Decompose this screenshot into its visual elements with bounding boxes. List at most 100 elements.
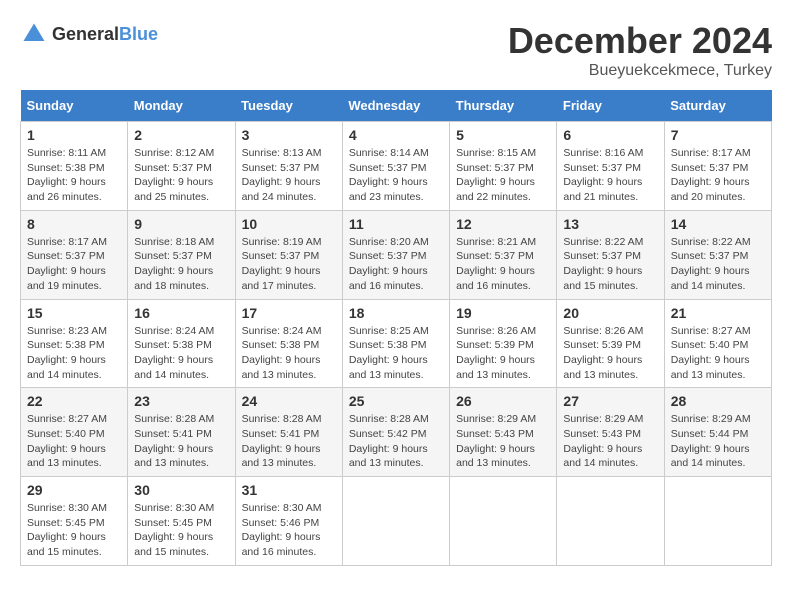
- calendar-day-cell: 24 Sunrise: 8:28 AMSunset: 5:41 PMDayligh…: [235, 388, 342, 477]
- day-number: 28: [671, 393, 765, 409]
- day-number: 10: [242, 216, 336, 232]
- calendar-day-cell: 3Sunrise: 8:13 AMSunset: 5:37 PMDaylight…: [235, 122, 342, 211]
- calendar-day-cell: 2 Sunrise: 8:12 AMSunset: 5:37 PMDaylight…: [128, 122, 235, 211]
- calendar-day-cell: 11 Sunrise: 8:20 AMSunset: 5:37 PMDayligh…: [342, 210, 449, 299]
- day-detail: Sunrise: 8:29 AMSunset: 5:43 PMDaylight:…: [456, 412, 550, 471]
- calendar-day-cell: 26Sunrise: 8:29 AMSunset: 5:43 PMDayligh…: [450, 388, 557, 477]
- day-number: 11: [349, 216, 443, 232]
- day-number: 8: [27, 216, 121, 232]
- day-number: 20: [563, 305, 657, 321]
- day-number: 15: [27, 305, 121, 321]
- day-detail: Sunrise: 8:22 AMSunset: 5:37 PMDaylight:…: [563, 235, 657, 294]
- day-detail: Sunrise: 8:26 AMSunset: 5:39 PMDaylight:…: [563, 324, 657, 383]
- day-detail: Sunrise: 8:22 AMSunset: 5:37 PMDaylight:…: [671, 235, 765, 294]
- calendar-day-cell: 4 Sunrise: 8:14 AMSunset: 5:37 PMDaylight…: [342, 122, 449, 211]
- day-detail: Sunrise: 8:12 AMSunset: 5:37 PMDaylight:…: [134, 146, 228, 205]
- calendar-day-cell: 5Sunrise: 8:15 AMSunset: 5:37 PMDaylight…: [450, 122, 557, 211]
- day-number: 18: [349, 305, 443, 321]
- day-detail: Sunrise: 8:28 AMSunset: 5:42 PMDaylight:…: [349, 412, 443, 471]
- day-number: 6: [563, 127, 657, 143]
- calendar-day-cell: 27Sunrise: 8:29 AMSunset: 5:43 PMDayligh…: [557, 388, 664, 477]
- day-detail: Sunrise: 8:24 AMSunset: 5:38 PMDaylight:…: [242, 324, 336, 383]
- day-detail: Sunrise: 8:29 AMSunset: 5:44 PMDaylight:…: [671, 412, 765, 471]
- calendar-table: SundayMondayTuesdayWednesdayThursdayFrid…: [20, 90, 772, 566]
- day-number: 4: [349, 127, 443, 143]
- calendar-day-cell: 18 Sunrise: 8:25 AMSunset: 5:38 PMDayligh…: [342, 299, 449, 388]
- calendar-day-cell: 28 Sunrise: 8:29 AMSunset: 5:44 PMDayligh…: [664, 388, 771, 477]
- calendar-day-cell: 12Sunrise: 8:21 AMSunset: 5:37 PMDayligh…: [450, 210, 557, 299]
- day-detail: Sunrise: 8:17 AMSunset: 5:37 PMDaylight:…: [671, 146, 765, 205]
- day-number: 29: [27, 482, 121, 498]
- calendar-day-cell: 1 Sunrise: 8:11 AMSunset: 5:38 PMDaylight…: [21, 122, 128, 211]
- weekday-header: Tuesday: [235, 90, 342, 122]
- day-number: 5: [456, 127, 550, 143]
- day-detail: Sunrise: 8:14 AMSunset: 5:37 PMDaylight:…: [349, 146, 443, 205]
- calendar-week-row: 29 Sunrise: 8:30 AMSunset: 5:45 PMDayligh…: [21, 477, 772, 566]
- calendar-week-row: 22 Sunrise: 8:27 AMSunset: 5:40 PMDayligh…: [21, 388, 772, 477]
- day-detail: Sunrise: 8:17 AMSunset: 5:37 PMDaylight:…: [27, 235, 121, 294]
- calendar-week-row: 8 Sunrise: 8:17 AMSunset: 5:37 PMDaylight…: [21, 210, 772, 299]
- calendar-day-cell: 21Sunrise: 8:27 AMSunset: 5:40 PMDayligh…: [664, 299, 771, 388]
- calendar-day-cell: 17Sunrise: 8:24 AMSunset: 5:38 PMDayligh…: [235, 299, 342, 388]
- weekday-header: Friday: [557, 90, 664, 122]
- day-detail: Sunrise: 8:29 AMSunset: 5:43 PMDaylight:…: [563, 412, 657, 471]
- day-detail: Sunrise: 8:19 AMSunset: 5:37 PMDaylight:…: [242, 235, 336, 294]
- calendar-day-cell: [557, 477, 664, 566]
- weekday-header: Saturday: [664, 90, 771, 122]
- day-detail: Sunrise: 8:26 AMSunset: 5:39 PMDaylight:…: [456, 324, 550, 383]
- header: GeneralBlue December 2024 Bueyuekcekmece…: [20, 20, 772, 80]
- day-detail: Sunrise: 8:27 AMSunset: 5:40 PMDaylight:…: [27, 412, 121, 471]
- weekday-header: Wednesday: [342, 90, 449, 122]
- calendar-day-cell: [342, 477, 449, 566]
- calendar-day-cell: 29 Sunrise: 8:30 AMSunset: 5:45 PMDayligh…: [21, 477, 128, 566]
- day-number: 23: [134, 393, 228, 409]
- day-detail: Sunrise: 8:23 AMSunset: 5:38 PMDaylight:…: [27, 324, 121, 383]
- day-number: 9: [134, 216, 228, 232]
- calendar-day-cell: 15 Sunrise: 8:23 AMSunset: 5:38 PMDayligh…: [21, 299, 128, 388]
- calendar-day-cell: 23 Sunrise: 8:28 AMSunset: 5:41 PMDayligh…: [128, 388, 235, 477]
- day-number: 30: [134, 482, 228, 498]
- calendar-day-cell: 25 Sunrise: 8:28 AMSunset: 5:42 PMDayligh…: [342, 388, 449, 477]
- day-detail: Sunrise: 8:28 AMSunset: 5:41 PMDaylight:…: [134, 412, 228, 471]
- day-detail: Sunrise: 8:30 AMSunset: 5:45 PMDaylight:…: [134, 501, 228, 560]
- calendar-day-cell: 20 Sunrise: 8:26 AMSunset: 5:39 PMDayligh…: [557, 299, 664, 388]
- weekday-header: Monday: [128, 90, 235, 122]
- calendar-day-cell: 31 Sunrise: 8:30 AMSunset: 5:46 PMDayligh…: [235, 477, 342, 566]
- calendar-week-row: 1 Sunrise: 8:11 AMSunset: 5:38 PMDaylight…: [21, 122, 772, 211]
- calendar-day-cell: 9 Sunrise: 8:18 AMSunset: 5:37 PMDaylight…: [128, 210, 235, 299]
- day-number: 13: [563, 216, 657, 232]
- day-detail: Sunrise: 8:11 AMSunset: 5:38 PMDaylight:…: [27, 146, 121, 205]
- day-number: 22: [27, 393, 121, 409]
- day-detail: Sunrise: 8:30 AMSunset: 5:46 PMDaylight:…: [242, 501, 336, 560]
- day-detail: Sunrise: 8:13 AMSunset: 5:37 PMDaylight:…: [242, 146, 336, 205]
- day-number: 19: [456, 305, 550, 321]
- day-detail: Sunrise: 8:28 AMSunset: 5:41 PMDaylight:…: [242, 412, 336, 471]
- weekday-header-row: SundayMondayTuesdayWednesdayThursdayFrid…: [21, 90, 772, 122]
- weekday-header: Thursday: [450, 90, 557, 122]
- day-detail: Sunrise: 8:18 AMSunset: 5:37 PMDaylight:…: [134, 235, 228, 294]
- logo-text-general: General: [52, 24, 119, 44]
- day-detail: Sunrise: 8:24 AMSunset: 5:38 PMDaylight:…: [134, 324, 228, 383]
- day-detail: Sunrise: 8:30 AMSunset: 5:45 PMDaylight:…: [27, 501, 121, 560]
- day-number: 21: [671, 305, 765, 321]
- calendar-day-cell: 10 Sunrise: 8:19 AMSunset: 5:37 PMDayligh…: [235, 210, 342, 299]
- day-number: 25: [349, 393, 443, 409]
- logo-icon: [20, 20, 48, 48]
- calendar-day-cell: 16 Sunrise: 8:24 AMSunset: 5:38 PMDayligh…: [128, 299, 235, 388]
- day-number: 31: [242, 482, 336, 498]
- calendar-day-cell: 19 Sunrise: 8:26 AMSunset: 5:39 PMDayligh…: [450, 299, 557, 388]
- day-number: 16: [134, 305, 228, 321]
- calendar-day-cell: 13 Sunrise: 8:22 AMSunset: 5:37 PMDayligh…: [557, 210, 664, 299]
- calendar-week-row: 15 Sunrise: 8:23 AMSunset: 5:38 PMDayligh…: [21, 299, 772, 388]
- day-number: 7: [671, 127, 765, 143]
- day-number: 12: [456, 216, 550, 232]
- calendar-day-cell: [664, 477, 771, 566]
- day-detail: Sunrise: 8:25 AMSunset: 5:38 PMDaylight:…: [349, 324, 443, 383]
- day-detail: Sunrise: 8:20 AMSunset: 5:37 PMDaylight:…: [349, 235, 443, 294]
- calendar-day-cell: 7 Sunrise: 8:17 AMSunset: 5:37 PMDaylight…: [664, 122, 771, 211]
- calendar-day-cell: 14Sunrise: 8:22 AMSunset: 5:37 PMDayligh…: [664, 210, 771, 299]
- day-number: 24: [242, 393, 336, 409]
- day-number: 1: [27, 127, 121, 143]
- day-number: 2: [134, 127, 228, 143]
- month-title: December 2024: [508, 20, 772, 62]
